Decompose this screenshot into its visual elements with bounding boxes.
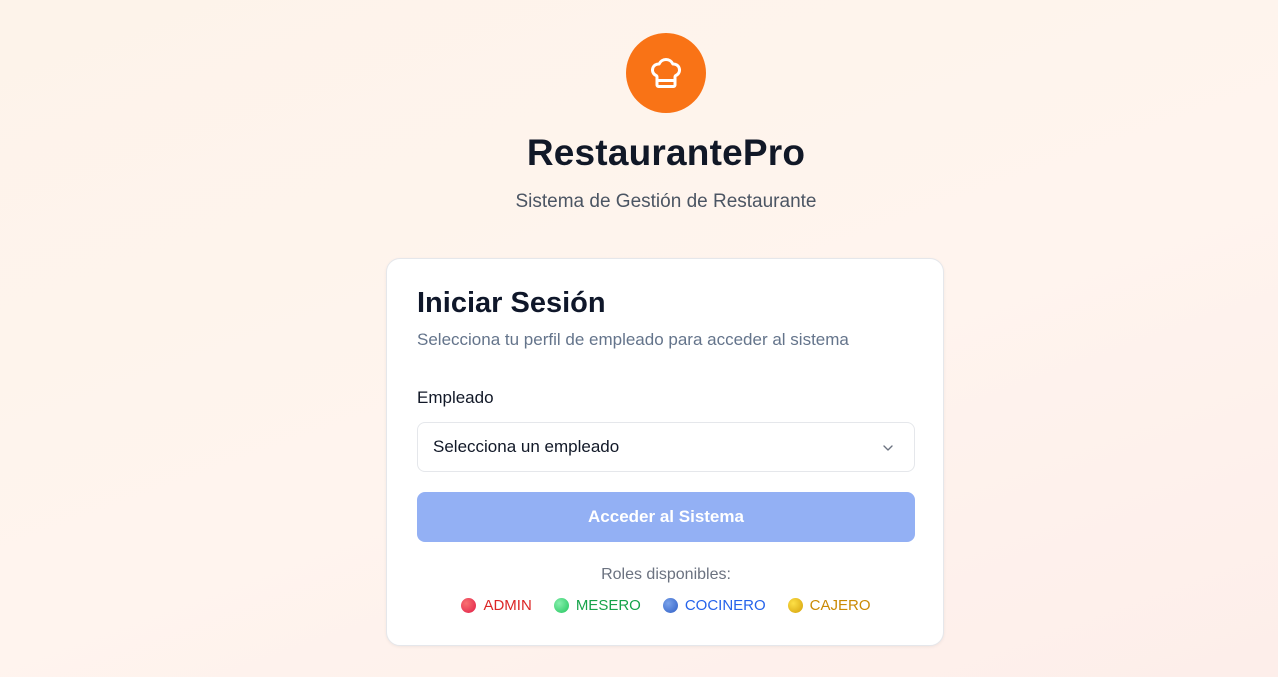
role-admin: ADMIN bbox=[461, 597, 532, 614]
login-title: Iniciar Sesión bbox=[417, 287, 606, 319]
role-dot-icon bbox=[787, 598, 803, 613]
roles-label: Roles disponibles: bbox=[601, 566, 731, 583]
login-card: Iniciar Sesión Selecciona tu perfil de e… bbox=[386, 258, 944, 646]
role-dot-icon bbox=[553, 598, 569, 613]
role-cocinero: COCINERO bbox=[662, 597, 766, 614]
logo bbox=[626, 33, 706, 113]
chef-hat-icon bbox=[651, 58, 681, 88]
employee-select-placeholder: Selecciona un empleado bbox=[433, 437, 620, 456]
chevron-down-icon bbox=[883, 445, 893, 451]
role-dot-icon bbox=[461, 598, 477, 613]
role-label: ADMIN bbox=[483, 597, 532, 614]
role-dot-icon bbox=[662, 598, 678, 613]
submit-button[interactable]: Acceder al Sistema bbox=[417, 492, 915, 542]
employee-label: Empleado bbox=[417, 388, 494, 407]
role-cajero: CAJERO bbox=[787, 597, 871, 614]
role-mesero: MESERO bbox=[553, 597, 641, 614]
app-title: RestaurantePro bbox=[526, 132, 806, 173]
app-subtitle: Sistema de Gestión de Restaurante bbox=[515, 191, 817, 212]
role-label: CAJERO bbox=[809, 597, 871, 614]
employee-select[interactable]: Selecciona un empleado bbox=[417, 422, 915, 472]
role-label: COCINERO bbox=[684, 597, 766, 614]
login-description: Selecciona tu perfil de empleado para ac… bbox=[417, 330, 849, 349]
role-label: MESERO bbox=[575, 597, 641, 614]
roles-list: ADMIN MESERO COCINERO CAJERO bbox=[387, 597, 945, 614]
